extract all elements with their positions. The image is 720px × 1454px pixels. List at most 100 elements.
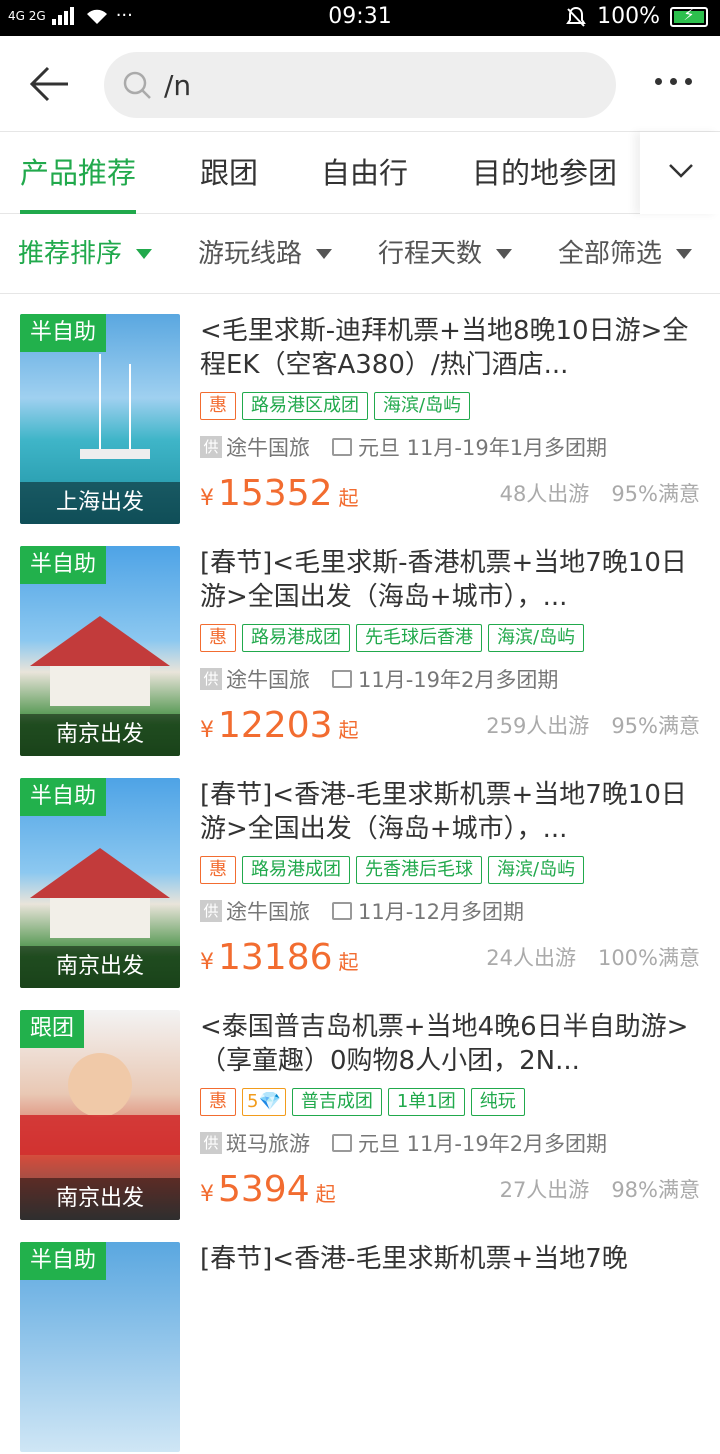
- product-image: 半自助 南京出发: [20, 546, 180, 756]
- search-icon: [123, 71, 151, 99]
- product-stats: 48人出游 95%满意: [500, 478, 700, 508]
- tab-group-tour[interactable]: 跟团: [200, 132, 258, 214]
- product-stats: 27人出游 98%满意: [500, 1174, 700, 1204]
- departure-label: 南京出发: [20, 1178, 180, 1220]
- filter-all[interactable]: 全部筛选: [558, 214, 693, 294]
- product-item[interactable]: 跟团 南京出发 <泰国普吉岛机票+当地4晚6日半自助游>（享童趣）0购物8人小团…: [0, 990, 720, 1222]
- discount-tag: 惠: [200, 624, 236, 652]
- tag-list: 惠 路易港成团 先香港后毛球 海滨/岛屿: [200, 856, 700, 886]
- currency-symbol: ¥: [200, 1182, 214, 1207]
- satisfaction-rate: 100%满意: [597, 946, 700, 970]
- supplier-name: 途牛国旅: [226, 436, 310, 460]
- status-right: 100% ⚡: [565, 4, 708, 29]
- price: ¥ 5394 起: [200, 1169, 336, 1210]
- product-stats: 259人出游 95%满意: [486, 710, 700, 740]
- feature-tag: 纯玩: [470, 1088, 525, 1116]
- battery-icon: ⚡: [670, 5, 708, 27]
- product-title: [春节]<香港-毛里求斯机票+当地7晚: [200, 1244, 628, 1274]
- search-input[interactable]: /n: [104, 52, 616, 118]
- feature-tag: 海滨/岛屿: [374, 392, 471, 420]
- satisfaction-rate: 95%满意: [611, 482, 700, 506]
- filter-sort[interactable]: 推荐排序: [18, 214, 153, 294]
- supplier-icon: 供: [200, 1132, 222, 1154]
- supplier-name: 途牛国旅: [226, 900, 310, 924]
- price-value: 13186: [218, 937, 333, 978]
- product-item[interactable]: 半自助 南京出发 [春节]<毛里求斯-香港机票+当地7晚10日游>全国出发（海岛…: [0, 526, 720, 758]
- feature-tag: 路易港区成团: [242, 392, 368, 420]
- product-image: 半自助 南京出发: [20, 778, 180, 988]
- product-title: [春节]<香港-毛里求斯机票+当地7晚10日游>全国出发（海岛+城市），...: [200, 780, 687, 844]
- filter-route[interactable]: 游玩线路: [198, 214, 333, 294]
- tab-recommend[interactable]: 产品推荐: [20, 132, 137, 214]
- discount-tag: 惠: [200, 856, 236, 884]
- status-bar: 4G 2G ··· 09:31 100% ⚡: [0, 0, 720, 36]
- product-meta: 供 斑马旅游 元旦 11月-19年2月多团期: [200, 1128, 700, 1158]
- feature-tag: 先毛球后香港: [356, 624, 482, 652]
- price: ¥ 12203 起: [200, 705, 359, 746]
- departure-label: 南京出发: [20, 714, 180, 756]
- more-menu-button[interactable]: [655, 78, 692, 85]
- tabs-expand-button[interactable]: [640, 132, 720, 214]
- discount-tag: 惠: [200, 1088, 236, 1116]
- price-suffix: 起: [338, 950, 359, 974]
- caret-down-icon: [316, 249, 333, 259]
- category-tabs: 产品推荐 跟团 自由行 目的地参团: [0, 132, 720, 214]
- filter-days[interactable]: 行程天数: [378, 214, 513, 294]
- product-item[interactable]: 半自助 南京出发 [春节]<香港-毛里求斯机票+当地7晚10日游>全国出发（海岛…: [0, 758, 720, 990]
- feature-tag: 普吉成团: [291, 1088, 382, 1116]
- filter-days-label: 行程天数: [378, 239, 483, 269]
- tab-destination-join[interactable]: 目的地参团: [472, 132, 617, 214]
- price-value: 5394: [218, 1169, 310, 1210]
- traveler-count: 48人出游: [499, 482, 590, 506]
- filter-sort-label: 推荐排序: [18, 239, 123, 269]
- product-title: <泰国普吉岛机票+当地4晚6日半自助游>（享童趣）0购物8人小团，2N...: [200, 1012, 689, 1076]
- product-title: <毛里求斯-迪拜机票+当地8晚10日游>全程EK（空客A380）/热门酒店...: [200, 316, 689, 380]
- tag-list: 惠 5💎 普吉成团 1单1团 纯玩: [200, 1088, 700, 1118]
- feature-tag: 海滨/岛屿: [488, 624, 585, 652]
- chevron-down-icon: [669, 164, 693, 178]
- mute-bell-icon: [566, 6, 586, 27]
- header: /n: [0, 36, 720, 132]
- product-item[interactable]: 半自助 [春节]<香港-毛里求斯机票+当地7晚: [0, 1222, 720, 1454]
- feature-tag: 海滨/岛屿: [488, 856, 585, 884]
- price-value: 15352: [218, 473, 333, 514]
- supplier-icon: 供: [200, 668, 222, 690]
- departure-label: 上海出发: [20, 482, 180, 524]
- filter-bar: 推荐排序 游玩线路 行程天数 全部筛选: [0, 214, 720, 294]
- departure-label: 南京出发: [20, 946, 180, 988]
- currency-symbol: ¥: [200, 718, 214, 743]
- back-arrow-icon[interactable]: [28, 64, 72, 104]
- product-title: [春节]<毛里求斯-香港机票+当地7晚10日游>全国出发（海岛+城市），...: [200, 548, 687, 612]
- price-suffix: 起: [338, 486, 359, 510]
- supplier-name: 斑马旅游: [226, 1132, 310, 1156]
- calendar-icon: [332, 1134, 352, 1152]
- product-image: 半自助: [20, 1242, 180, 1452]
- price-suffix: 起: [315, 1182, 336, 1206]
- product-item[interactable]: 半自助 上海出发 <毛里求斯-迪拜机票+当地8晚10日游>全程EK（空客A380…: [0, 294, 720, 526]
- price: ¥ 15352 起: [200, 473, 359, 514]
- product-image: 跟团 南京出发: [20, 1010, 180, 1220]
- currency-symbol: ¥: [200, 486, 214, 511]
- battery-percent: 100%: [597, 4, 660, 29]
- calendar-icon: [332, 438, 352, 456]
- currency-symbol: ¥: [200, 950, 214, 975]
- caret-down-icon: [496, 249, 513, 259]
- supplier-name: 途牛国旅: [226, 668, 310, 692]
- traveler-count: 24人出游: [486, 946, 576, 970]
- supplier-icon: 供: [200, 436, 222, 458]
- tab-free-travel[interactable]: 自由行: [321, 132, 408, 214]
- schedule-text: 11月-12月多团期: [358, 900, 525, 924]
- tag-list: 惠 路易港区成团 海滨/岛屿: [200, 392, 700, 422]
- feature-tag: 路易港成团: [242, 856, 350, 884]
- feature-tag: 路易港成团: [242, 624, 350, 652]
- tag-list: 惠 路易港成团 先毛球后香港 海滨/岛屿: [200, 624, 700, 654]
- satisfaction-rate: 98%满意: [611, 1178, 700, 1202]
- satisfaction-rate: 95%满意: [611, 714, 700, 738]
- calendar-icon: [332, 902, 352, 920]
- discount-tag: 惠: [200, 392, 236, 420]
- feature-tag: 1单1团: [387, 1088, 465, 1116]
- tour-type-badge: 半自助: [20, 778, 107, 816]
- diamond-rating-tag: 5💎: [242, 1088, 286, 1116]
- traveler-count: 27人出游: [499, 1178, 590, 1202]
- price-value: 12203: [218, 705, 333, 746]
